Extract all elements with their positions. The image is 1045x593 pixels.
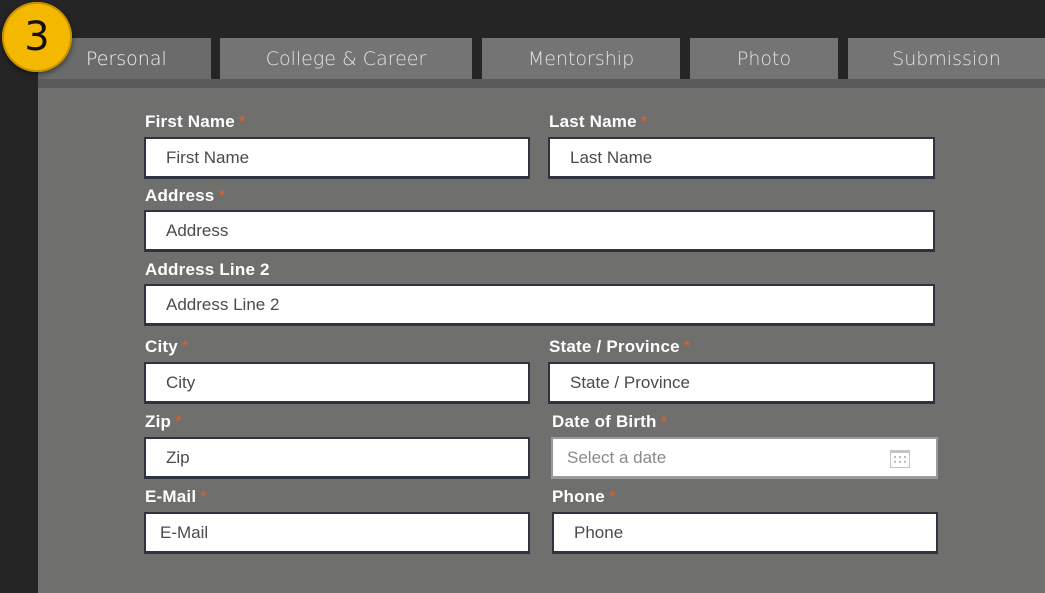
city-label: City * — [145, 337, 189, 356]
phone-label: Phone * — [552, 487, 616, 506]
last-name-label: Last Name * — [549, 112, 648, 131]
step-number-badge: 3 — [2, 2, 72, 72]
calendar-icon[interactable] — [890, 450, 910, 468]
required-marker: * — [608, 487, 616, 506]
address-line-2-label: Address Line 2 — [145, 260, 270, 279]
required-marker: * — [238, 112, 246, 131]
date-of-birth-picker[interactable]: Select a date — [551, 437, 938, 479]
first-name-field[interactable]: First Name — [144, 137, 530, 179]
state-province-label: State / Province * — [549, 337, 691, 356]
first-name-label: First Name * — [145, 112, 246, 131]
tab-mentorship[interactable]: Mentorship — [482, 38, 680, 79]
email-field[interactable]: E-Mail — [144, 512, 530, 554]
required-marker: * — [660, 412, 668, 431]
required-marker: * — [200, 487, 208, 506]
required-marker: * — [218, 186, 226, 205]
tab-college-career[interactable]: College & Career — [220, 38, 472, 79]
tab-underline — [38, 79, 1045, 88]
address-field[interactable]: Address — [144, 210, 935, 252]
last-name-field[interactable]: Last Name — [548, 137, 935, 179]
zip-field[interactable]: Zip — [144, 437, 530, 479]
address-label: Address * — [145, 186, 226, 205]
tab-submission[interactable]: Submission — [848, 38, 1045, 79]
date-of-birth-label: Date of Birth * — [552, 412, 668, 431]
zip-label: Zip * — [145, 412, 182, 431]
email-label: E-Mail * — [145, 487, 208, 506]
required-marker: * — [683, 337, 691, 356]
address-line-2-field[interactable]: Address Line 2 — [144, 284, 935, 326]
tab-bar: Personal College & Career Mentorship Pho… — [0, 38, 1045, 79]
state-province-field[interactable]: State / Province — [548, 362, 935, 404]
date-placeholder: Select a date — [567, 447, 667, 467]
required-marker: * — [640, 112, 648, 131]
tab-photo[interactable]: Photo — [690, 38, 838, 79]
city-field[interactable]: City — [144, 362, 530, 404]
phone-field[interactable]: Phone — [552, 512, 938, 554]
required-marker: * — [181, 337, 189, 356]
required-marker: * — [175, 412, 182, 431]
